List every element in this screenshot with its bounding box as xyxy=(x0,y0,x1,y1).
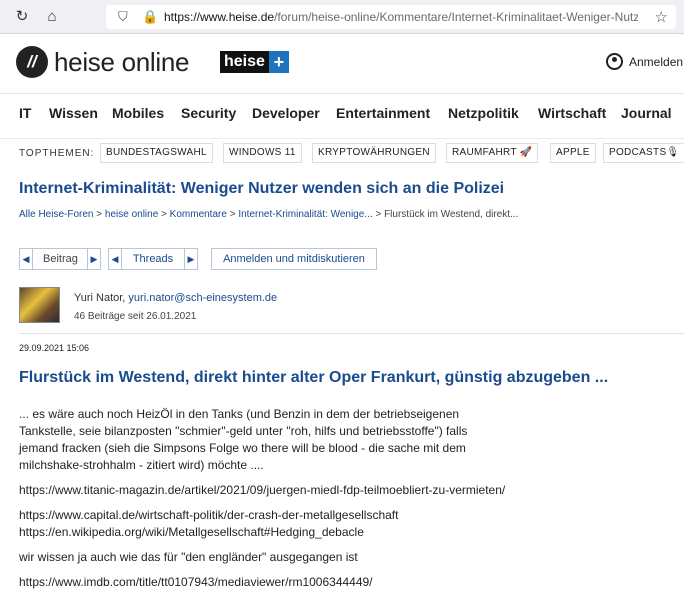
threads-label: Threads xyxy=(132,253,174,265)
post-link-wikipedia[interactable]: https://en.wikipedia.org/wiki/Metallgese… xyxy=(19,524,364,541)
breadcrumb-comments[interactable]: Kommentare xyxy=(170,209,227,220)
threads-button[interactable]: Threads xyxy=(121,248,185,270)
plus-icon: + xyxy=(268,51,289,73)
bookmark-star-icon[interactable]: ☆ xyxy=(655,8,668,26)
heise-plus-badge[interactable]: heise + xyxy=(220,51,289,73)
nav-item-entertainment[interactable]: Entertainment xyxy=(336,105,430,121)
nav-item-netzpolitik[interactable]: Netzpolitik xyxy=(448,105,519,121)
url-path: /forum/heise-online/Kommentare/Internet-… xyxy=(274,10,638,24)
shield-icon[interactable]: ⛉ xyxy=(118,9,128,25)
post-text-line: ... es wäre auch noch HeizÖl in den Tank… xyxy=(19,407,460,421)
post-text-line: milchshake-strohhalm - zitiert wird) möc… xyxy=(19,458,264,472)
site-logo-text[interactable]: heise online xyxy=(54,47,189,78)
home-icon[interactable]: ⌂ xyxy=(42,7,62,27)
breadcrumb: Alle Heise-Foren > heise online > Kommen… xyxy=(19,209,518,220)
page-title[interactable]: Internet-Kriminalität: Weniger Nutzer we… xyxy=(19,180,504,198)
topic-apple[interactable]: APPLE xyxy=(550,143,596,163)
topic-windows-11[interactable]: WINDOWS 11 xyxy=(223,143,302,163)
login-link[interactable]: Anmelden xyxy=(606,53,683,70)
prev-thread-button[interactable]: ◀ xyxy=(108,248,122,270)
site-header: // heise online heise + Anmelden xyxy=(0,34,684,94)
topic-kryptowaehrungen[interactable]: KRYPTOWÄHRUNGEN xyxy=(312,143,436,163)
nav-item-mobiles[interactable]: Mobiles xyxy=(112,105,164,121)
topic-raumfahrt[interactable]: RAUMFAHRT 🚀 xyxy=(446,143,539,163)
main-nav: IT Wissen Mobiles Security Developer Ent… xyxy=(0,102,684,126)
nav-item-wissen[interactable]: Wissen xyxy=(49,105,98,121)
breadcrumb-article[interactable]: Internet-Kriminalität: Wenige... xyxy=(238,209,372,220)
breadcrumb-all-forums[interactable]: Alle Heise-Foren xyxy=(19,209,93,220)
breadcrumb-separator: > xyxy=(229,209,236,220)
next-thread-button[interactable]: ▶ xyxy=(184,248,198,270)
nav-item-developer[interactable]: Developer xyxy=(252,105,320,121)
post-link-titanic[interactable]: https://www.titanic-magazin.de/artikel/2… xyxy=(19,482,505,499)
login-discuss-button[interactable]: Anmelden und mitdiskutieren xyxy=(211,248,377,270)
post-text-line: wir wissen ja auch wie das für "den engl… xyxy=(19,550,358,564)
nav-item-journal[interactable]: Journal xyxy=(621,105,672,121)
nav-item-security[interactable]: Security xyxy=(181,105,236,121)
post-date: 29.09.2021 15:06 xyxy=(19,343,90,353)
nav-item-it[interactable]: IT xyxy=(19,105,31,121)
divider xyxy=(19,333,684,334)
login-label: Anmelden xyxy=(629,54,684,69)
post-text-line: Tankstelle, seie bilanzposten "schmier"-… xyxy=(19,424,468,438)
next-post-button[interactable]: ▶ xyxy=(87,248,101,270)
topics-bar: TOPTHEMEN: BUNDESTAGSWAHL WINDOWS 11 KRY… xyxy=(0,138,684,166)
prev-post-button[interactable]: ◀ xyxy=(19,248,33,270)
user-icon xyxy=(606,53,623,70)
breadcrumb-heise-online[interactable]: heise online xyxy=(105,209,158,220)
post-label: Beitrag xyxy=(43,253,78,265)
breadcrumb-current: Flurstück im Westend, direkt... xyxy=(384,209,519,220)
post-link-imdb[interactable]: https://www.imdb.com/title/tt0107943/med… xyxy=(19,574,373,591)
reload-icon[interactable]: ↻ xyxy=(12,7,32,27)
post-nav-button[interactable]: Beitrag xyxy=(32,248,88,270)
topic-bundestagswahl[interactable]: BUNDESTAGSWAHL xyxy=(100,143,213,163)
post-link-capital[interactable]: https://www.capital.de/wirtschaft-politi… xyxy=(19,507,398,524)
author-email-link[interactable]: yuri.nator@sch-einesystem.de xyxy=(128,292,277,304)
author-name: Yuri Nator, xyxy=(74,292,126,304)
avatar[interactable] xyxy=(19,287,60,323)
url-text[interactable]: https://www.heise.de/forum/heise-online/… xyxy=(164,10,638,24)
address-bar[interactable]: ⛉ 🔒 https://www.heise.de/forum/heise-onl… xyxy=(106,5,676,29)
browser-toolbar: ↻ ⌂ ⛉ 🔒 https://www.heise.de/forum/heise… xyxy=(0,0,684,34)
nav-item-wirtschaft[interactable]: Wirtschaft xyxy=(538,105,606,121)
breadcrumb-separator: > xyxy=(96,209,103,220)
lock-icon[interactable]: 🔒 xyxy=(142,9,158,25)
login-discuss-label: Anmelden und mitdiskutieren xyxy=(223,253,365,265)
author-stats: 46 Beiträge seit 26.01.2021 xyxy=(74,311,197,322)
plus-badge-text: heise xyxy=(220,51,269,73)
topics-label: TOPTHEMEN: xyxy=(19,148,95,159)
post-text-line: jemand fracken (sieh die Simpsons Folge … xyxy=(19,441,466,455)
url-host: https://www.heise.de xyxy=(164,10,275,24)
breadcrumb-separator: > xyxy=(161,209,167,220)
heise-logo-icon[interactable]: // xyxy=(16,46,48,78)
post-title[interactable]: Flurstück im Westend, direkt hinter alte… xyxy=(19,369,608,387)
breadcrumb-separator: > xyxy=(375,209,382,220)
topic-podcasts[interactable]: PODCASTS🎙 xyxy=(603,143,684,163)
author-line: Yuri Nator, yuri.nator@sch-einesystem.de xyxy=(74,292,277,304)
